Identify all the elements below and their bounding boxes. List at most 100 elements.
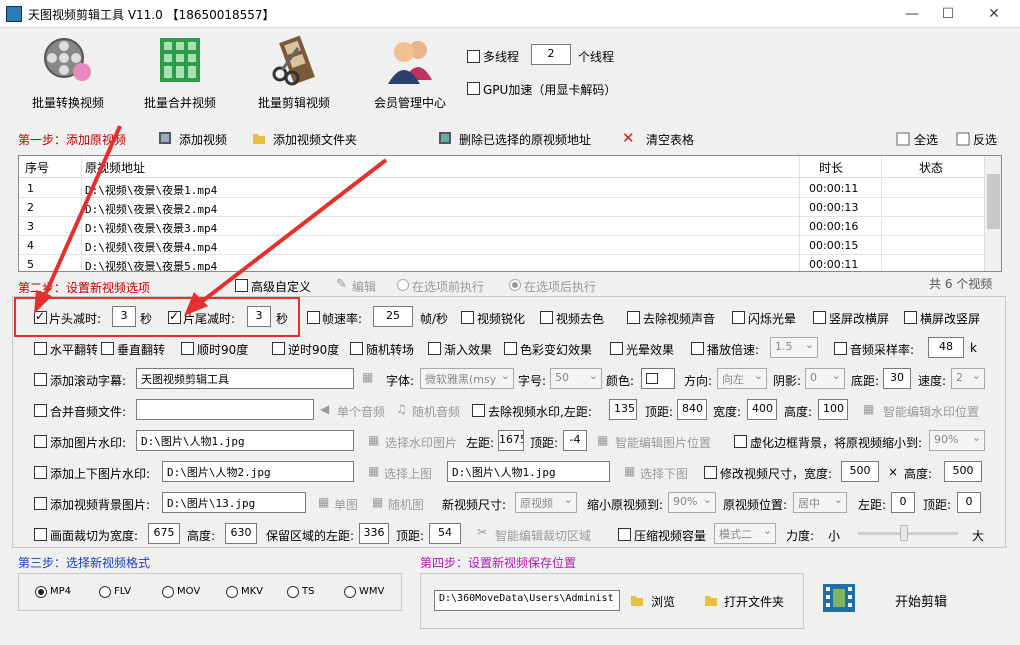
bottom-input[interactable]: 30 [883,368,911,389]
shadow-select[interactable]: 0 [805,368,845,389]
smart-crop-button[interactable]: 智能编辑裁切区域 [495,527,591,544]
batch-convert-button[interactable]: 批量转换视频 [18,34,118,114]
keep-top-input[interactable]: 54 [429,523,461,544]
speed-checkbox[interactable] [691,342,704,355]
img-top-input[interactable]: -4 [563,430,587,451]
blur-select[interactable]: 90% [929,430,985,451]
merge-audio-checkbox[interactable] [34,404,47,417]
scroll-sub-input[interactable]: 天图视频剪辑工具 [136,368,354,389]
new-size-select[interactable]: 原视频 [515,492,577,513]
fps-input[interactable]: 25 [373,306,413,327]
close-button[interactable]: ✕ [980,4,1008,24]
sample-input[interactable]: 48 [928,337,964,358]
merge-audio-input[interactable] [136,399,314,420]
speed-select[interactable]: 1.5 [770,337,818,358]
member-center-button[interactable]: 会员管理中心 [360,34,460,114]
size-select[interactable]: 50 [550,368,602,389]
decolor-checkbox[interactable] [540,311,553,324]
pos-left-input[interactable]: 0 [891,492,915,513]
speed2-select[interactable]: 2 [951,368,985,389]
remove-wm-checkbox[interactable] [472,404,485,417]
open-folder-button[interactable]: 打开文件夹 [724,593,784,610]
crop-width-input[interactable]: 675 [148,523,180,544]
h2v-checkbox[interactable] [813,311,826,324]
v2h-checkbox[interactable] [904,311,917,324]
video-table[interactable]: 序号 原视频地址 时长 状态 1 D:\视频\夜景\夜景1.mp4 00:00:… [18,155,1002,272]
mode-select[interactable]: 模式二 [714,523,776,544]
crop-checkbox[interactable] [34,528,47,541]
table-row[interactable]: 5 D:\视频\夜景\夜景5.mp4 00:00:11 [19,255,985,271]
clear-table-button[interactable]: 清空表格 [646,131,694,148]
shrink-select[interactable]: 90% [668,492,716,513]
format-ts-radio[interactable] [287,586,299,598]
after-radio[interactable] [509,279,521,291]
resize-height-input[interactable]: 500 [944,461,982,482]
wm-height-input[interactable]: 100 [818,399,848,420]
remove-audio-checkbox[interactable] [627,311,640,324]
resize-checkbox[interactable] [704,466,717,479]
topbot-img-checkbox[interactable] [34,466,47,479]
strength-slider-thumb[interactable] [900,525,908,541]
img-wm-input[interactable]: D:\图片\人物1.jpg [136,430,354,451]
rot90-checkbox[interactable] [181,342,194,355]
table-row[interactable]: 2 D:\视频\夜景\夜景2.mp4 00:00:13 [19,198,985,217]
format-mkv-radio[interactable] [226,586,238,598]
choose-wm-button[interactable]: 选择水印图片 [385,434,457,451]
batch-edit-button[interactable]: 批量剪辑视频 [244,34,344,114]
multithread-checkbox[interactable] [467,50,480,63]
start-button[interactable]: 开始剪辑 [895,591,947,610]
smart-wm-button[interactable]: 智能编辑水印位置 [883,403,979,420]
smart-img-button[interactable]: 智能编辑图片位置 [615,434,711,451]
table-row[interactable]: 3 D:\视频\夜景\夜景3.mp4 00:00:16 [19,217,985,236]
browse-button[interactable]: 浏览 [651,593,675,610]
wm-left-input[interactable]: 135 [609,399,637,420]
maximize-button[interactable]: ☐ [934,4,962,24]
direction-select[interactable]: 向左 [717,368,767,389]
add-folder-button[interactable]: 添加视频文件夹 [273,131,357,148]
font-select[interactable]: 微软雅黑(msy [420,368,514,389]
wm-width-input[interactable]: 400 [747,399,777,420]
format-flv-radio[interactable] [99,586,111,598]
single-img-button[interactable]: 单图 [334,496,358,513]
choose-bottom-button[interactable]: 选择下图 [640,465,688,482]
advanced-checkbox[interactable] [235,279,248,292]
random-trans-checkbox[interactable] [350,342,363,355]
vflip-checkbox[interactable] [101,342,114,355]
compress-checkbox[interactable] [618,528,631,541]
single-audio-button[interactable]: 单个音频 [337,403,385,420]
select-all-button[interactable]: 全选 [914,131,938,148]
fps-checkbox[interactable] [307,311,320,324]
scroll-sub-checkbox[interactable] [34,373,47,386]
img-wm-checkbox[interactable] [34,435,47,448]
resize-width-input[interactable]: 500 [841,461,879,482]
sample-checkbox[interactable] [834,342,847,355]
before-radio[interactable] [397,279,409,291]
rotn90-checkbox[interactable] [272,342,285,355]
save-path-input[interactable]: D:\360MoveData\Users\Administ [434,590,620,611]
choose-top-button[interactable]: 选择上图 [384,465,432,482]
invert-select-button[interactable]: 反选 [973,131,997,148]
table-row[interactable]: 1 D:\视频\夜景\夜景1.mp4 00:00:11 [19,179,985,198]
bg-img-checkbox[interactable] [34,497,47,510]
format-wmv-radio[interactable] [344,586,356,598]
pos-select[interactable]: 居中 [793,492,847,513]
wm-top-input[interactable]: 840 [677,399,707,420]
bottom-img-input[interactable]: D:\图片\人物1.jpg [447,461,610,482]
flash-checkbox[interactable] [732,311,745,324]
batch-merge-button[interactable]: 批量合并视频 [130,34,230,114]
delete-selected-button[interactable]: 删除已选择的原视频地址 [459,131,591,148]
edit-button[interactable]: 编辑 [352,278,376,295]
blur-border-checkbox[interactable] [734,435,747,448]
scroll-thumb[interactable] [987,174,1000,229]
color-fx-checkbox[interactable] [504,342,517,355]
format-mov-radio[interactable] [162,586,174,598]
light-fx-checkbox[interactable] [610,342,623,355]
format-mp4-radio[interactable] [35,586,47,598]
keep-left-input[interactable]: 336 [359,523,389,544]
top-img-input[interactable]: D:\图片\人物2.jpg [162,461,354,482]
fade-checkbox[interactable] [428,342,441,355]
random-img-button[interactable]: 随机图 [388,496,424,513]
crop-height-input[interactable]: 630 [225,523,257,544]
bg-img-input[interactable]: D:\图片\13.jpg [162,492,306,513]
table-row[interactable]: 4 D:\视频\夜景\夜景4.mp4 00:00:15 [19,236,985,255]
